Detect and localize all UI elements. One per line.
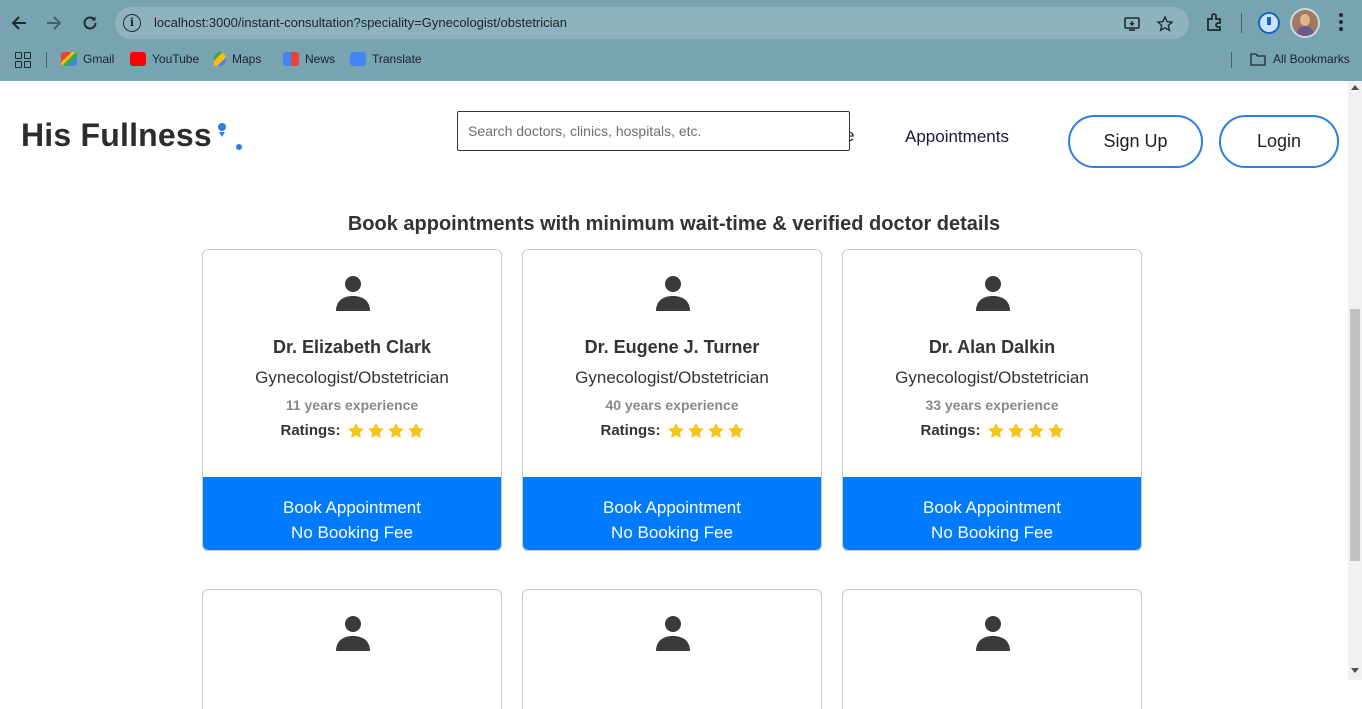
- doctor-experience: 33 years experience: [925, 397, 1059, 413]
- doctor-avatar-icon: [336, 276, 370, 311]
- doctor-card: Dr. Alan Dalkin Gynecologist/Obstetricia…: [842, 249, 1142, 551]
- doctor-name: Dr. Elizabeth Clark: [272, 337, 432, 357]
- star-icon: [667, 423, 684, 438]
- ratings-label: Ratings:: [920, 422, 981, 439]
- folder-icon: [1250, 53, 1266, 66]
- star-icon: [1047, 423, 1064, 438]
- menu-kebab-icon[interactable]: [1330, 11, 1352, 33]
- doctor-ratings: Ratings:: [523, 422, 821, 439]
- book-appointment-button[interactable]: Book Appointment No Booking Fee: [203, 477, 501, 550]
- star-icon: [707, 423, 724, 438]
- doctor-name: Dr. Alan Dalkin: [928, 337, 1056, 357]
- doctor-avatar-icon: [656, 616, 690, 651]
- doctor-speciality: Gynecologist/Obstetrician: [575, 368, 769, 387]
- doctor-speciality: Gynecologist/Obstetrician: [255, 368, 449, 387]
- all-bookmarks[interactable]: All Bookmarks: [1250, 52, 1350, 66]
- login-button[interactable]: Login: [1219, 115, 1339, 168]
- scroll-down-icon[interactable]: [1351, 668, 1359, 673]
- book-appointment-button[interactable]: Book Appointment No Booking Fee: [523, 477, 821, 550]
- doctor-card: [842, 589, 1142, 709]
- address-bar[interactable]: i localhost:3000/instant-consultation?sp…: [115, 7, 1189, 39]
- doctor-card: Dr. Eugene J. Turner Gynecologist/Obstet…: [522, 249, 822, 551]
- page-content: His Fullness e Appointments Sign Up Logi…: [0, 81, 1348, 709]
- no-fee-label: No Booking Fee: [291, 523, 413, 542]
- no-fee-label: No Booking Fee: [611, 523, 733, 542]
- bookmarks-divider: [46, 52, 47, 68]
- bookmark-label: Gmail: [83, 52, 115, 66]
- page-headline: Book appointments with minimum wait-time…: [347, 213, 1001, 235]
- star-icon: [367, 423, 384, 438]
- browser-toolbar: i localhost:3000/instant-consultation?sp…: [0, 0, 1362, 46]
- toolbar-divider: [1241, 13, 1242, 33]
- install-app-icon[interactable]: [1123, 15, 1141, 33]
- profile-avatar[interactable]: [1290, 8, 1320, 38]
- apps-grid-icon[interactable]: [15, 52, 31, 68]
- doctor-experience: 40 years experience: [605, 397, 739, 413]
- search-input[interactable]: [457, 111, 850, 151]
- gmail-icon: [61, 52, 77, 66]
- bookmark-label: YouTube: [152, 52, 200, 66]
- url-text[interactable]: localhost:3000/instant-consultation?spec…: [154, 15, 567, 30]
- star-icon: [387, 423, 404, 438]
- page-scrollbar[interactable]: [1348, 81, 1362, 680]
- scroll-up-icon[interactable]: [1351, 85, 1359, 90]
- signup-button[interactable]: Sign Up: [1068, 115, 1203, 168]
- doctor-speciality: Gynecologist/Obstetrician: [895, 368, 1089, 387]
- reload-icon[interactable]: [76, 9, 104, 37]
- book-label: Book Appointment: [283, 498, 421, 517]
- doctor-avatar-icon: [976, 616, 1010, 651]
- back-icon[interactable]: [5, 9, 33, 37]
- doctor-experience: 11 years experience: [285, 397, 419, 413]
- news-icon: [283, 52, 299, 66]
- doctor-avatar-icon: [656, 276, 690, 311]
- star-icon: [987, 423, 1004, 438]
- doctor-avatar-icon: [336, 616, 370, 651]
- brand-logo-icon: [218, 123, 242, 150]
- ratings-label: Ratings:: [600, 422, 661, 439]
- doctor-card: [522, 589, 822, 709]
- star-rating: [667, 423, 744, 438]
- star-icon: [407, 423, 424, 438]
- book-appointment-button[interactable]: Book Appointment No Booking Fee: [843, 477, 1141, 550]
- bookmark-star-icon[interactable]: [1156, 15, 1174, 33]
- doctor-name: Dr. Eugene J. Turner: [584, 337, 760, 357]
- star-icon: [347, 423, 364, 438]
- bookmark-label: Translate: [372, 52, 422, 66]
- bookmark-youtube[interactable]: YouTube: [130, 52, 199, 66]
- bookmark-news[interactable]: News: [283, 52, 335, 66]
- scrollbar-thumb[interactable]: [1350, 309, 1360, 561]
- all-bookmarks-label: All Bookmarks: [1273, 52, 1350, 66]
- book-label: Book Appointment: [603, 498, 741, 517]
- doctor-avatar-icon: [976, 276, 1010, 311]
- youtube-icon: [130, 52, 146, 66]
- maps-icon: [214, 52, 226, 66]
- translate-icon: [350, 52, 366, 66]
- star-rating: [987, 423, 1064, 438]
- star-icon: [1027, 423, 1044, 438]
- star-icon: [727, 423, 744, 438]
- extensions-icon[interactable]: [1204, 11, 1226, 33]
- bookmark-label: Maps: [232, 52, 262, 66]
- bookmark-gmail[interactable]: Gmail: [61, 52, 114, 66]
- book-label: Book Appointment: [923, 498, 1061, 517]
- site-info-icon[interactable]: i: [123, 14, 141, 32]
- doctor-ratings: Ratings:: [843, 422, 1141, 439]
- bookmark-translate[interactable]: Translate: [350, 52, 422, 66]
- brand-logo-text[interactable]: His Fullness: [21, 117, 212, 154]
- doctor-card: [202, 589, 502, 709]
- star-icon: [687, 423, 704, 438]
- forward-icon[interactable]: [40, 9, 68, 37]
- browser-chrome: i localhost:3000/instant-consultation?sp…: [0, 0, 1362, 81]
- download-icon[interactable]: [1258, 12, 1280, 34]
- star-icon: [1007, 423, 1024, 438]
- nav-appointments[interactable]: Appointments: [905, 127, 1009, 147]
- ratings-label: Ratings:: [280, 422, 341, 439]
- bookmarks-divider: [1231, 52, 1232, 68]
- star-rating: [347, 423, 424, 438]
- doctor-card: Dr. Elizabeth Clark Gynecologist/Obstetr…: [202, 249, 502, 551]
- no-fee-label: No Booking Fee: [931, 523, 1053, 542]
- doctor-ratings: Ratings:: [203, 422, 501, 439]
- bookmark-label: News: [305, 52, 336, 66]
- bookmark-maps[interactable]: Maps: [214, 52, 261, 66]
